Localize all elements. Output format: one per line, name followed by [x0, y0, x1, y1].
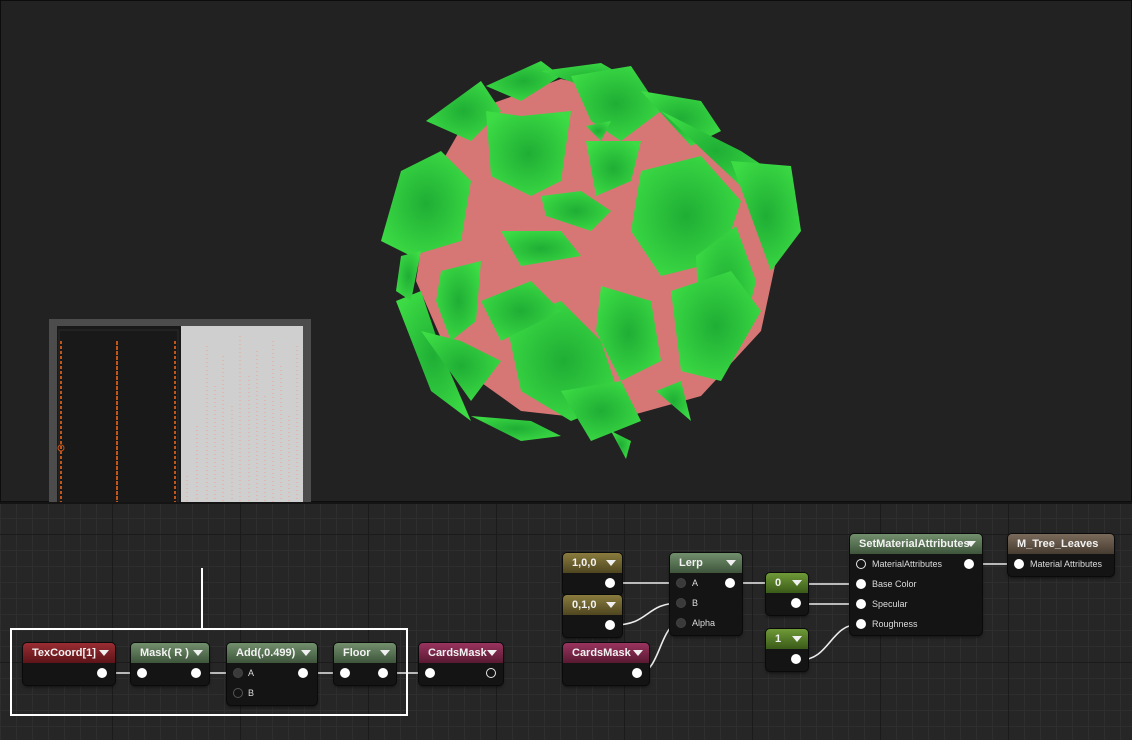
constant-0-node[interactable]: 0	[766, 573, 808, 615]
constant-010-header[interactable]: 0,1,0	[563, 595, 622, 615]
mask-node-header[interactable]: Mask( R )	[131, 643, 209, 663]
cardsmask-usage-output-pin[interactable]	[632, 668, 642, 678]
material-attributes-input-pin[interactable]	[1014, 559, 1024, 569]
lerp-output-pin[interactable]	[725, 578, 735, 588]
add-input-a-pin[interactable]	[233, 668, 243, 678]
lerp-node[interactable]: Lerp A B Alpha	[670, 553, 742, 635]
lerp-pin-alpha-label: Alpha	[692, 618, 716, 628]
set-material-attributes-header[interactable]: SetMaterialAttributes	[850, 534, 982, 554]
texcoord-node[interactable]: TexCoord[1]	[23, 643, 115, 685]
collapse-arrow-icon[interactable]	[99, 650, 109, 656]
constant-100-header[interactable]: 1,0,0	[563, 553, 622, 573]
cardsmask-declaration-header[interactable]: CardsMask	[419, 643, 503, 663]
collapse-arrow-icon[interactable]	[966, 541, 976, 547]
texcoord-node-header[interactable]: TexCoord[1]	[23, 643, 115, 663]
mask-input-pin[interactable]	[137, 668, 147, 678]
cardsmask-declaration-node[interactable]: CardsMask	[419, 643, 503, 685]
lerp-title: Lerp	[679, 557, 703, 569]
constant-1-node[interactable]: 1	[766, 629, 808, 671]
floor-input-pin[interactable]	[340, 668, 350, 678]
collapse-arrow-icon[interactable]	[606, 560, 616, 566]
collapse-arrow-icon[interactable]	[726, 560, 736, 566]
texcoord-title: TexCoord[1]	[32, 647, 96, 659]
setmat-output-pin[interactable]	[964, 559, 974, 569]
constant-100-title: 1,0,0	[572, 557, 597, 569]
add-title: Add(,0.499)	[236, 647, 296, 659]
lerp-pin-a-label: A	[692, 578, 699, 588]
add-output-pin[interactable]	[298, 668, 308, 678]
setmat-materialattributes-label: MaterialAttributes	[872, 559, 943, 569]
material-result-header[interactable]: M_Tree_Leaves	[1008, 534, 1114, 554]
add-node[interactable]: Add(,0.499) A B	[227, 643, 317, 705]
constant-0-output-pin[interactable]	[791, 598, 801, 608]
setmat-specular-label: Specular	[872, 599, 908, 609]
collapse-arrow-icon[interactable]	[193, 650, 203, 656]
constant-1-title: 1	[775, 633, 782, 645]
lerp-pin-b-label: B	[692, 598, 699, 608]
add-node-header[interactable]: Add(,0.499)	[227, 643, 317, 663]
add-pin-b-label: B	[248, 688, 255, 698]
constant-0-title: 0	[775, 577, 782, 589]
material-result-node[interactable]: M_Tree_Leaves Material Attributes	[1008, 534, 1114, 576]
constant-1-output-pin[interactable]	[791, 654, 801, 664]
setmat-roughness-label: Roughness	[872, 619, 918, 629]
mask-title: Mask( R )	[140, 647, 189, 659]
constant-010-node[interactable]: 0,1,0	[563, 595, 622, 637]
cardsmask-declaration-output-pin[interactable]	[486, 668, 496, 678]
lerp-input-a-pin[interactable]	[676, 578, 686, 588]
cardsmask-usage-header[interactable]: CardsMask	[563, 643, 649, 663]
cardsmask-usage-title: CardsMask	[572, 647, 631, 659]
collapse-arrow-icon[interactable]	[633, 650, 643, 656]
collapse-arrow-icon[interactable]	[487, 650, 497, 656]
constant-010-output-pin[interactable]	[605, 620, 615, 630]
texcoord-output-pin[interactable]	[97, 668, 107, 678]
collapse-arrow-icon[interactable]	[606, 602, 616, 608]
constant-100-node[interactable]: 1,0,0	[563, 553, 622, 595]
set-material-attributes-title: SetMaterialAttributes	[859, 538, 970, 550]
lerp-node-header[interactable]: Lerp	[670, 553, 742, 573]
lerp-input-b-pin[interactable]	[676, 598, 686, 608]
setmat-materialattributes-input-pin[interactable]	[856, 559, 866, 569]
constant-1-header[interactable]: 1	[766, 629, 808, 649]
mask-node[interactable]: Mask( R )	[131, 643, 209, 685]
floor-output-pin[interactable]	[378, 668, 388, 678]
collapse-arrow-icon[interactable]	[792, 636, 802, 642]
lerp-input-alpha-pin[interactable]	[676, 618, 686, 628]
material-attributes-label: Material Attributes	[1030, 559, 1103, 569]
setmat-specular-input-pin[interactable]	[856, 599, 866, 609]
cardsmask-declaration-title: CardsMask	[428, 647, 487, 659]
material-result-title: M_Tree_Leaves	[1017, 538, 1099, 550]
add-pin-a-label: A	[248, 668, 255, 678]
mask-output-pin[interactable]	[191, 668, 201, 678]
constant-100-output-pin[interactable]	[605, 578, 615, 588]
cardsmask-declaration-input-pin[interactable]	[425, 668, 435, 678]
floor-node[interactable]: Floor	[334, 643, 396, 685]
set-material-attributes-node[interactable]: SetMaterialAttributes MaterialAttributes…	[850, 534, 982, 635]
cardsmask-usage-node[interactable]: CardsMask	[563, 643, 649, 685]
setmat-basecolor-label: Base Color	[872, 579, 917, 589]
constant-010-title: 0,1,0	[572, 599, 597, 611]
collapse-arrow-icon[interactable]	[301, 650, 311, 656]
add-input-b-pin[interactable]	[233, 688, 243, 698]
collapse-arrow-icon[interactable]	[792, 580, 802, 586]
floor-node-header[interactable]: Floor	[334, 643, 396, 663]
setmat-roughness-input-pin[interactable]	[856, 619, 866, 629]
floor-title: Floor	[343, 647, 371, 659]
preview-connector-line	[201, 568, 203, 628]
constant-0-header[interactable]: 0	[766, 573, 808, 593]
setmat-basecolor-input-pin[interactable]	[856, 579, 866, 589]
collapse-arrow-icon[interactable]	[380, 650, 390, 656]
